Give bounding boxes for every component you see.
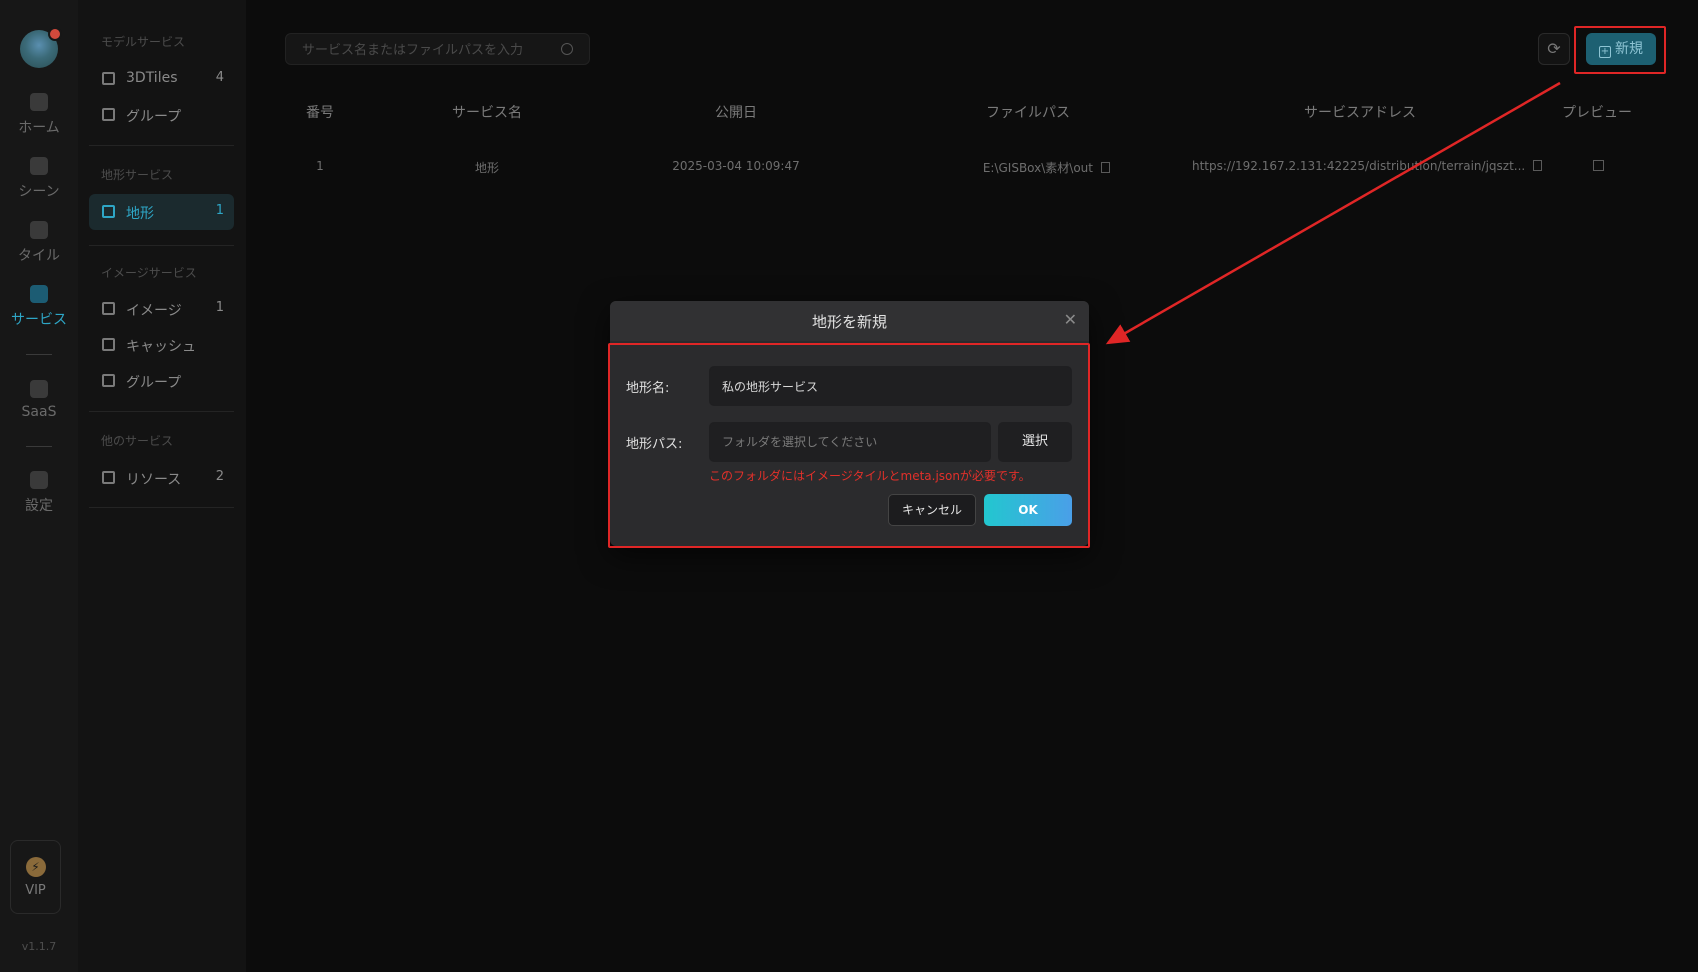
divider bbox=[89, 145, 234, 146]
rail-item-saas[interactable]: SaaS bbox=[0, 380, 78, 420]
annotation-highlight-dialog bbox=[608, 343, 1090, 548]
column-header-service-address: サービスアドレス bbox=[1304, 105, 1416, 121]
cell-publish-date: 2025-03-04 10:09:47 bbox=[672, 159, 800, 173]
tile-icon bbox=[30, 221, 48, 239]
sidebar-item-label: キャッシュ bbox=[126, 339, 196, 355]
sidebar-item-label: イメージ bbox=[126, 303, 182, 319]
rail-item-label: サービス bbox=[11, 312, 67, 328]
sidebar-item-count: 4 bbox=[215, 70, 224, 85]
notification-badge-icon bbox=[48, 27, 62, 41]
settings-icon bbox=[30, 471, 48, 489]
sidebar-item-label: 地形 bbox=[126, 206, 154, 222]
rail-item-service[interactable]: サービス bbox=[0, 285, 78, 329]
cell-preview bbox=[1590, 159, 1606, 173]
cell-number: 1 bbox=[316, 159, 324, 173]
copy-icon[interactable] bbox=[1101, 162, 1110, 173]
sidebar-item-resource[interactable]: リソース 2 bbox=[89, 460, 234, 496]
scene-icon bbox=[30, 157, 48, 175]
sidebar-item-3dtiles[interactable]: 3DTiles 4 bbox=[89, 61, 234, 97]
rail-item-scene[interactable]: シーン bbox=[0, 157, 78, 201]
group-icon bbox=[102, 108, 115, 121]
divider bbox=[26, 446, 52, 447]
divider bbox=[89, 507, 234, 508]
search-icon[interactable] bbox=[561, 43, 573, 55]
resource-icon bbox=[102, 471, 115, 484]
column-header-publish-date: 公開日 bbox=[715, 105, 757, 121]
refresh-button[interactable]: ⟳ bbox=[1538, 33, 1570, 65]
column-header-preview: プレビュー bbox=[1562, 105, 1632, 121]
vip-button[interactable]: ⚡ VIP bbox=[10, 840, 61, 914]
sidebar-item-terrain[interactable]: 地形 1 bbox=[89, 194, 234, 230]
column-header-number: 番号 bbox=[306, 105, 334, 121]
file-path-text: E:\GISBox\素材\out bbox=[982, 161, 1093, 175]
divider bbox=[89, 245, 234, 246]
home-icon bbox=[30, 93, 48, 111]
sidebar-item-image[interactable]: イメージ 1 bbox=[89, 291, 234, 327]
group-title: 地形サービス bbox=[101, 168, 174, 182]
copy-icon[interactable] bbox=[1533, 160, 1543, 171]
rail-item-label: タイル bbox=[18, 248, 60, 264]
group-title: 他のサービス bbox=[101, 434, 174, 448]
rail-item-label: SaaS bbox=[21, 404, 57, 420]
model-icon bbox=[102, 72, 115, 85]
vip-label: VIP bbox=[25, 883, 46, 898]
sidebar-item-label: リソース bbox=[126, 472, 182, 488]
dialog-title: 地形を新規 bbox=[811, 313, 887, 331]
user-avatar[interactable] bbox=[20, 27, 62, 68]
close-icon[interactable]: ✕ bbox=[1064, 310, 1077, 329]
rail-item-tile[interactable]: タイル bbox=[0, 221, 78, 265]
rail-item-label: ホーム bbox=[18, 120, 60, 136]
sidebar-item-model-group[interactable]: グループ bbox=[89, 97, 234, 133]
refresh-icon: ⟳ bbox=[1547, 39, 1561, 58]
saas-icon bbox=[30, 380, 48, 398]
sidebar-item-label: グループ bbox=[126, 375, 182, 391]
app-window: ホーム シーン タイル サービス SaaS 設定 ⚡ VIP v1.1.7 モデ… bbox=[0, 0, 1698, 972]
icon-rail: ホーム シーン タイル サービス SaaS 設定 ⚡ VIP v1.1.7 bbox=[0, 0, 78, 972]
group-title: イメージサービス bbox=[101, 266, 197, 280]
column-header-file-path: ファイルパス bbox=[986, 105, 1070, 121]
sidebar-item-cache[interactable]: キャッシュ bbox=[89, 327, 234, 363]
rail-item-label: シーン bbox=[18, 184, 60, 200]
dialog-header: 地形を新規 ✕ bbox=[610, 301, 1089, 341]
cell-service-address: https://192.167.2.131:42225/distribution… bbox=[1192, 159, 1543, 173]
sidebar-item-label: グループ bbox=[126, 109, 182, 125]
service-address-text: https://192.167.2.131:42225/distribution… bbox=[1192, 159, 1526, 173]
service-icon bbox=[30, 285, 48, 303]
group-title: モデルサービス bbox=[101, 35, 186, 49]
annotation-highlight-new bbox=[1574, 26, 1666, 74]
sidebar-item-count: 1 bbox=[215, 203, 224, 218]
rail-item-label: 設定 bbox=[25, 498, 53, 514]
rail-item-home[interactable]: ホーム bbox=[0, 93, 78, 137]
preview-icon[interactable] bbox=[1592, 160, 1604, 171]
version-label: v1.1.7 bbox=[21, 940, 57, 953]
search-input[interactable] bbox=[302, 40, 552, 60]
search-box bbox=[285, 33, 590, 65]
divider bbox=[26, 354, 52, 355]
rail-item-settings[interactable]: 設定 bbox=[0, 471, 78, 515]
sidebar-item-label: 3DTiles bbox=[126, 70, 178, 86]
sidebar-item-count: 1 bbox=[215, 300, 224, 315]
group-icon bbox=[102, 374, 115, 387]
divider bbox=[89, 411, 234, 412]
column-header-service-name: サービス名 bbox=[452, 105, 522, 121]
cell-service-name: 地形 bbox=[474, 161, 499, 175]
terrain-icon bbox=[102, 205, 115, 218]
bolt-icon: ⚡ bbox=[25, 857, 46, 877]
sidebar-item-count: 2 bbox=[215, 469, 224, 484]
image-icon bbox=[102, 302, 115, 315]
service-sidebar: モデルサービス 3DTiles 4 グループ 地形サービス 地形 1 イメージサ… bbox=[78, 0, 246, 972]
cell-file-path: E:\GISBox\素材\out bbox=[950, 159, 1110, 176]
cache-icon bbox=[102, 338, 115, 351]
sidebar-item-image-group[interactable]: グループ bbox=[89, 363, 234, 399]
